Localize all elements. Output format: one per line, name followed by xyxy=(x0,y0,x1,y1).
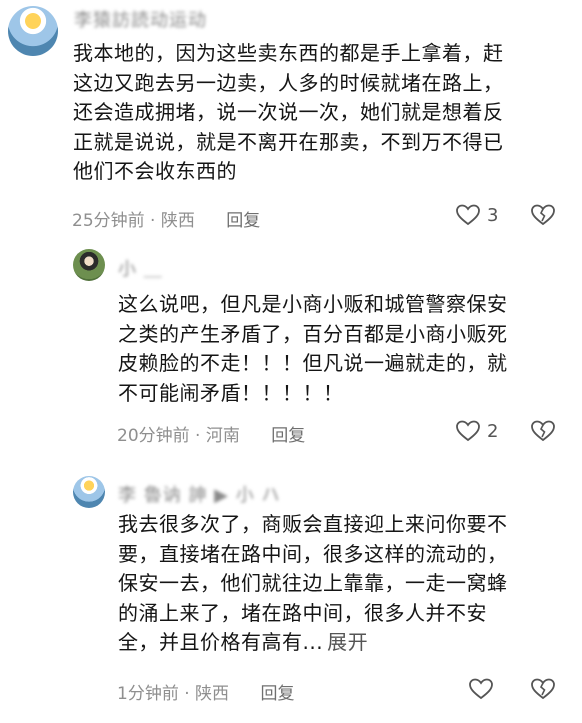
reply-button[interactable]: 回复 xyxy=(271,426,305,446)
comment-username[interactable]: 李 魯讷 訷 ▶ 小 ハ xyxy=(118,481,280,507)
comment-text: 我本地的，因为这些卖东西的都是手上拿着，赶 这边又跑去另一边卖，人多的时候就堵在… xyxy=(73,41,504,183)
like-button[interactable]: 3 xyxy=(455,203,498,227)
meta-separator: · xyxy=(189,426,206,446)
comment-meta: 25分钟前 · 陕西 回复 xyxy=(72,206,260,231)
comment-text: 我去很多次了，商贩会直接迎上来问你要不 要，直接堵在路中间，很多这样的流动的， … xyxy=(118,512,508,654)
comment-location: 河南 xyxy=(205,426,240,446)
broken-heart-icon xyxy=(530,677,556,701)
comment-meta: 20分钟前 · 河南 回复 xyxy=(117,421,305,446)
expand-button[interactable]: 展开 xyxy=(327,630,368,654)
meta-separator: · xyxy=(178,684,196,704)
comment-time: 20分钟前 xyxy=(117,426,190,446)
comment-location: 陕西 xyxy=(160,211,195,231)
comment-username[interactable]: 李猿訪読动运动 xyxy=(74,6,207,32)
like-button[interactable]: 2 xyxy=(455,419,498,443)
broken-heart-icon xyxy=(530,203,556,227)
meta-separator: · xyxy=(144,211,161,231)
avatar[interactable] xyxy=(73,249,105,281)
heart-outline-icon xyxy=(468,677,494,701)
avatar[interactable] xyxy=(8,6,58,56)
heart-outline-icon xyxy=(455,203,481,227)
dislike-button[interactable] xyxy=(530,677,556,701)
like-count: 3 xyxy=(487,204,499,226)
comment-time: 1分钟前 xyxy=(117,684,179,704)
reply-button[interactable]: 回复 xyxy=(260,684,294,704)
comment-time: 25分钟前 xyxy=(72,211,145,231)
like-button[interactable] xyxy=(468,677,500,701)
heart-outline-icon xyxy=(455,419,481,443)
like-count: 2 xyxy=(487,420,499,442)
reply-button[interactable]: 回复 xyxy=(226,211,260,231)
comment-text: 这么说吧，但凡是小商小贩和城管警察保安 之类的产生矛盾了，百分百都是小商小贩死 … xyxy=(118,292,508,405)
dislike-button[interactable] xyxy=(530,419,556,443)
comment-location: 陕西 xyxy=(195,684,230,704)
broken-heart-icon xyxy=(530,419,556,443)
dislike-button[interactable] xyxy=(530,203,556,227)
avatar[interactable] xyxy=(73,476,105,508)
comment-username[interactable]: 小 ＿ xyxy=(118,255,163,281)
comment-meta: 1分钟前 · 陕西 回复 xyxy=(117,679,294,704)
